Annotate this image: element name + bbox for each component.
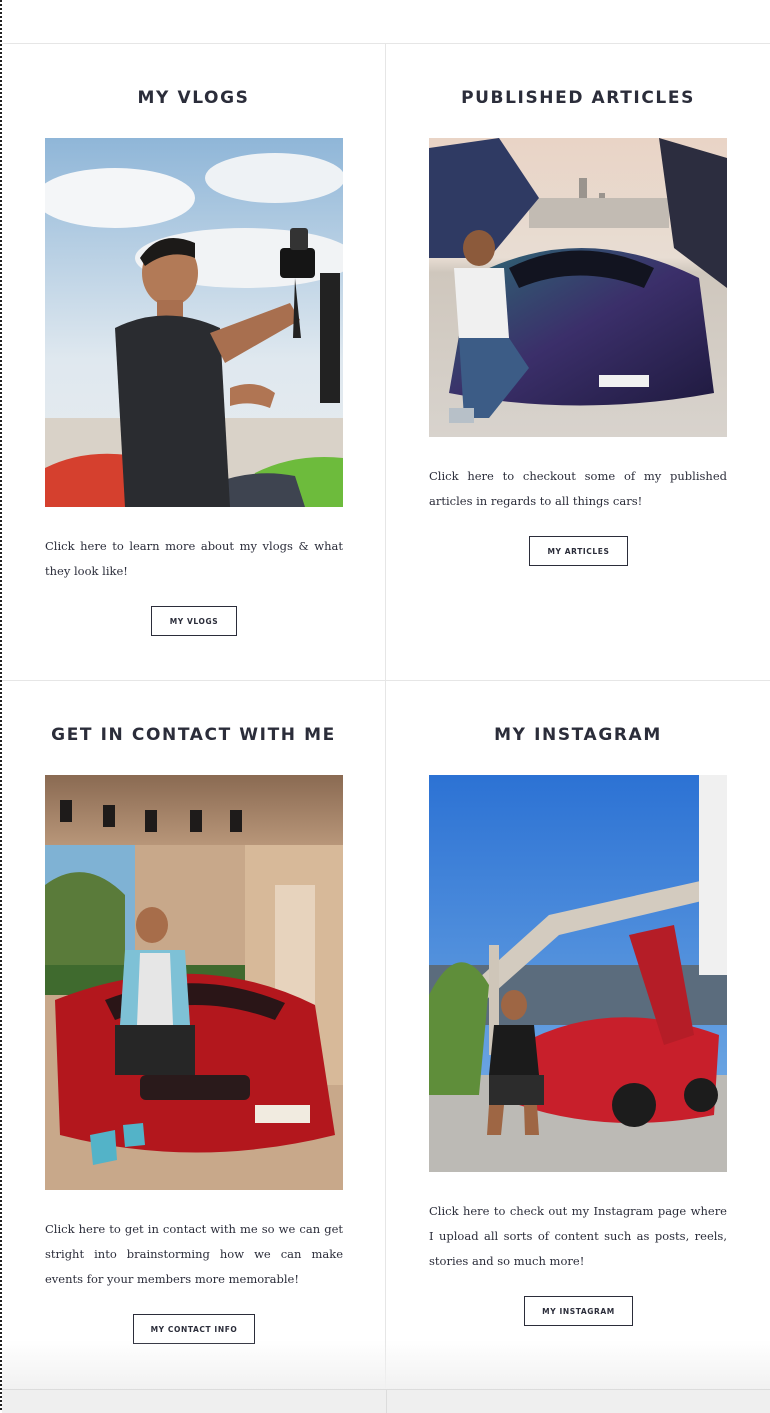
instagram-title: MY INSTAGRAM <box>494 725 662 745</box>
my-instagram-button[interactable]: MY INSTAGRAM <box>524 1296 633 1326</box>
vlogs-title: MY VLOGS <box>137 88 250 108</box>
man-with-purple-supercar-photo <box>429 138 727 437</box>
instagram-description: Click here to check out my Instagram pag… <box>429 1204 727 1268</box>
vlogger-with-camera-photo <box>45 138 343 507</box>
next-row-edge <box>2 1389 770 1413</box>
articles-description: Click here to checkout some of my publis… <box>429 469 727 508</box>
my-vlogs-button[interactable]: MY VLOGS <box>151 606 237 636</box>
instagram-card: MY INSTAGRAM Click here to check out my … <box>386 681 770 1389</box>
man-with-red-supercar-photo <box>429 775 727 1172</box>
contact-description: Click here to get in contact with me so … <box>45 1222 343 1286</box>
bottom-fade <box>2 1340 770 1390</box>
column-divider <box>386 1390 387 1413</box>
my-articles-button[interactable]: MY ARTICLES <box>529 536 628 566</box>
vlogs-description: Click here to learn more about my vlogs … <box>45 539 343 578</box>
man-on-red-mustang-photo <box>45 775 343 1190</box>
articles-card: PUBLISHED ARTICLES Click here to checkou… <box>386 44 770 681</box>
articles-title: PUBLISHED ARTICLES <box>461 88 695 108</box>
contact-title: GET IN CONTACT WITH ME <box>51 725 336 745</box>
feature-grid: MY VLOGS Click here to learn more about … <box>2 44 770 1389</box>
vlogs-card: MY VLOGS Click here to learn more about … <box>2 44 386 681</box>
contact-card: GET IN CONTACT WITH ME Click here to get… <box>2 681 386 1389</box>
top-bar <box>2 0 770 44</box>
